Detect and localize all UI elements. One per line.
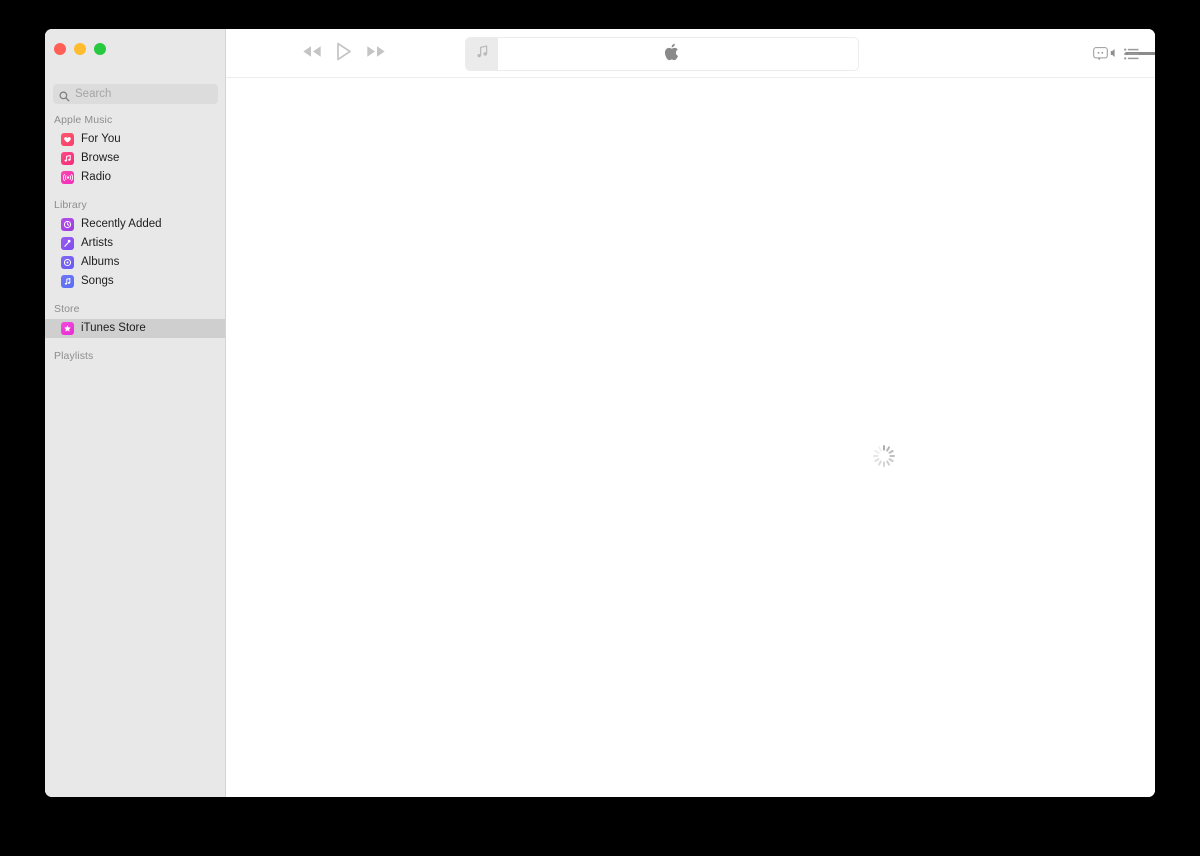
sidebar-item-label: Songs (81, 275, 114, 287)
sidebar-item-label: Recently Added (81, 218, 162, 230)
sidebar-item-albums[interactable]: Albums (45, 253, 225, 272)
section-header-store: Store (54, 303, 80, 315)
music-app-window: Apple Music For You (45, 29, 1155, 797)
queue-button[interactable] (1124, 47, 1139, 60)
section-header-apple-music: Apple Music (54, 114, 113, 126)
heart-icon (61, 133, 74, 146)
music-note-icon (61, 152, 74, 165)
sidebar-item-label: For You (81, 133, 121, 145)
sidebar-item-label: Radio (81, 171, 112, 183)
sidebar-item-label: Albums (81, 256, 120, 268)
sidebar-item-songs[interactable]: Songs (45, 272, 225, 291)
apple-logo-icon (664, 43, 679, 66)
transport-controls (302, 42, 386, 64)
sidebar-item-artists[interactable]: Artists (45, 234, 225, 253)
close-window-button[interactable] (54, 43, 66, 55)
microphone-icon (61, 237, 74, 250)
airplay-button[interactable] (1093, 46, 1108, 61)
toolbar (226, 29, 1155, 78)
toolbar-right-icons (1093, 29, 1139, 78)
music-note-icon (61, 275, 74, 288)
play-button[interactable] (336, 42, 352, 64)
sidebar-item-browse[interactable]: Browse (45, 149, 225, 168)
album-disc-icon (61, 256, 74, 269)
airplay-icon (1093, 46, 1108, 60)
section-items-library: Recently Added Artists Albums Songs (45, 215, 225, 291)
maximize-window-button[interactable] (94, 43, 106, 55)
section-header-library: Library (54, 199, 87, 211)
search-field[interactable] (53, 84, 218, 104)
list-icon (1124, 47, 1139, 60)
minimize-window-button[interactable] (74, 43, 86, 55)
fast-forward-icon (366, 45, 386, 61)
rewind-icon (302, 45, 322, 61)
section-store: Store iTunes Store (45, 302, 225, 338)
sidebar-nav: Apple Music For You Browse Radio Library… (45, 113, 225, 366)
sidebar-item-radio[interactable]: Radio (45, 168, 225, 187)
album-artwork-placeholder (466, 38, 498, 70)
star-icon (61, 322, 74, 335)
search-input[interactable] (75, 88, 212, 100)
fast-forward-button[interactable] (366, 45, 386, 61)
sidebar-item-label: Browse (81, 152, 120, 164)
content-area (226, 78, 1155, 797)
sidebar-item-for-you[interactable]: For You (45, 130, 225, 149)
section-apple-music: Apple Music For You Browse Radio (45, 113, 225, 187)
rewind-button[interactable] (302, 45, 322, 61)
music-note-icon (475, 44, 490, 64)
radio-waves-icon (61, 171, 74, 184)
sidebar: Apple Music For You (45, 29, 226, 797)
clock-icon (61, 218, 74, 231)
section-items-store: iTunes Store (45, 319, 225, 338)
section-playlists: Playlists (45, 349, 225, 363)
sidebar-item-label: Artists (81, 237, 113, 249)
section-library: Library Recently Added Artists Albums So… (45, 198, 225, 291)
main-area (226, 29, 1155, 797)
sidebar-item-itunes-store[interactable]: iTunes Store (45, 319, 225, 338)
sidebar-item-recently-added[interactable]: Recently Added (45, 215, 225, 234)
search-icon (59, 89, 70, 101)
section-items-apple-music: For You Browse Radio (45, 130, 225, 187)
section-header-playlists: Playlists (54, 350, 94, 362)
sidebar-item-label: iTunes Store (81, 322, 146, 334)
loading-spinner-icon (871, 443, 897, 469)
now-playing-display[interactable] (465, 37, 859, 71)
window-controls (54, 43, 106, 55)
display-center (498, 38, 858, 70)
play-icon (336, 42, 352, 64)
